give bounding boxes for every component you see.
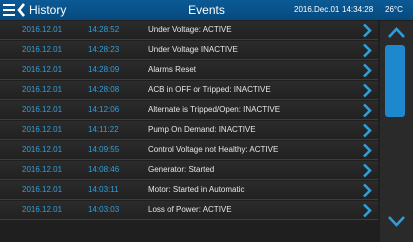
event-date: 2016.12.01 xyxy=(22,105,63,114)
event-row[interactable]: 2016.12.01 14:08:46 Generator: Started xyxy=(0,161,378,180)
event-time: 14:28:52 xyxy=(88,25,120,34)
event-time: 14:12:06 xyxy=(88,105,120,114)
chevron-right-icon[interactable] xyxy=(361,163,373,178)
event-date: 2016.12.01 xyxy=(22,125,63,134)
current-time: 14:34:28 xyxy=(342,5,374,14)
chevron-right-icon[interactable] xyxy=(361,203,373,218)
chevron-up-icon[interactable] xyxy=(380,23,413,43)
event-row[interactable]: 2016.12.01 14:28:09 Alarms Reset xyxy=(0,61,378,80)
event-date: 2016.12.01 xyxy=(22,145,63,154)
event-row[interactable]: 2016.12.01 14:03:11 Motor: Started in Auto… xyxy=(0,181,378,200)
chevron-right-icon[interactable] xyxy=(361,143,373,158)
event-description: Under Voltage INACTIVE xyxy=(148,45,238,54)
event-description: Alternate is Tripped/Open: INACTIVE xyxy=(148,105,281,114)
event-row[interactable]: 2016.12.01 14:28:23 Under Voltage INACTIVE xyxy=(0,41,378,60)
event-description: Control Voltage not Healthy: ACTIVE xyxy=(148,145,279,154)
event-time: 14:28:08 xyxy=(88,85,120,94)
event-time: 14:09:55 xyxy=(88,145,120,154)
events-list: 2016.12.01 14:28:52 Under Voltage: ACTIVE 2… xyxy=(0,21,378,242)
event-row[interactable]: 2016.12.01 14:09:55 Control Voltage not He… xyxy=(0,141,378,160)
event-row[interactable]: 2016.12.01 14:28:08 ACB in OFF or Tripped:… xyxy=(0,81,378,100)
event-date: 2016.12.01 xyxy=(22,25,63,34)
event-date: 2016.12.01 xyxy=(22,165,63,174)
event-row[interactable]: 2016.12.01 14:03:03 Loss of Power: ACTIVE xyxy=(0,201,378,220)
chevron-right-icon[interactable] xyxy=(361,83,373,98)
temperature-readout: 26°C xyxy=(385,5,403,14)
event-description: Loss of Power: ACTIVE xyxy=(148,205,232,214)
chevron-right-icon[interactable] xyxy=(361,183,373,198)
chevron-down-icon[interactable] xyxy=(380,211,413,231)
scrollbar[interactable] xyxy=(380,21,413,242)
event-row[interactable]: 2016.12.01 14:28:52 Under Voltage: ACTIVE xyxy=(0,21,378,40)
scroll-thumb[interactable] xyxy=(385,45,405,117)
current-date: 2016.Dec.01 xyxy=(294,5,340,14)
chevron-right-icon[interactable] xyxy=(361,123,373,138)
event-time: 14:28:09 xyxy=(88,65,120,74)
event-date: 2016.12.01 xyxy=(22,205,63,214)
event-time: 14:03:11 xyxy=(88,185,119,194)
event-date: 2016.12.01 xyxy=(22,185,63,194)
header-bar: History Events 2016.Dec.01 14:34:28 26°C xyxy=(0,0,413,20)
event-row[interactable]: 2016.12.01 14:11:22 Pump On Demand: INACTI… xyxy=(0,121,378,140)
event-description: Motor: Started in Automatic xyxy=(148,185,245,194)
chevron-right-icon[interactable] xyxy=(361,103,373,118)
event-time: 14:28:23 xyxy=(88,45,120,54)
chevron-right-icon[interactable] xyxy=(361,43,373,58)
event-description: Under Voltage: ACTIVE xyxy=(148,25,232,34)
event-date: 2016.12.01 xyxy=(22,85,63,94)
event-date: 2016.12.01 xyxy=(22,45,63,54)
event-time: 14:08:46 xyxy=(88,165,120,174)
event-row[interactable]: 2016.12.01 14:12:06 Alternate is Tripped/O… xyxy=(0,101,378,120)
event-description: Alarms Reset xyxy=(148,65,197,74)
event-time: 14:03:03 xyxy=(88,205,120,214)
chevron-right-icon[interactable] xyxy=(361,23,373,38)
event-time: 14:11:22 xyxy=(88,125,119,134)
event-description: Generator: Started xyxy=(148,165,215,174)
chevron-right-icon[interactable] xyxy=(361,63,373,78)
event-description: ACB in OFF or Tripped: INACTIVE xyxy=(148,85,271,94)
event-date: 2016.12.01 xyxy=(22,65,63,74)
event-description: Pump On Demand: INACTIVE xyxy=(148,125,256,134)
